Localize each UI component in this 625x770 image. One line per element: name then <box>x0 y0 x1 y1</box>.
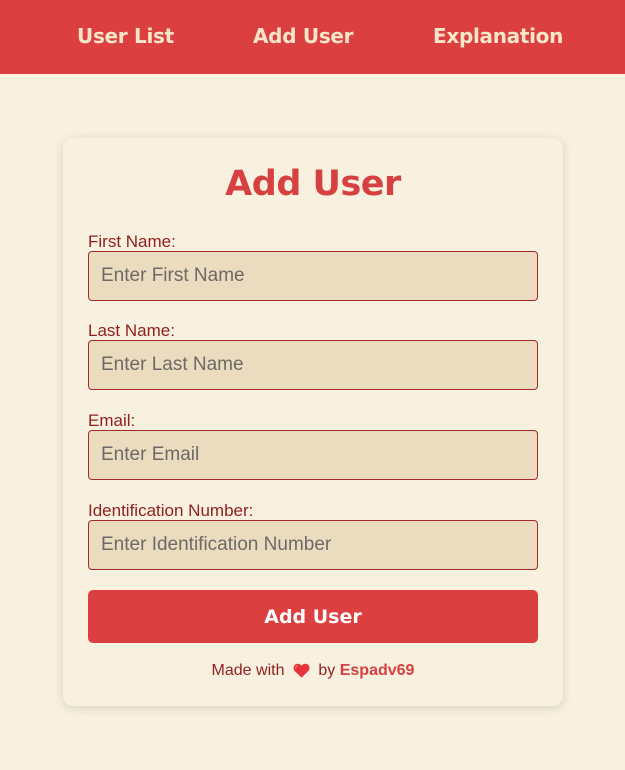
footer-credit: Made with by Espadv69 <box>63 662 563 683</box>
form-title: Add User <box>225 164 401 204</box>
author-link[interactable]: Espadv69 <box>340 662 415 679</box>
id-number-label: Identification Number: <box>88 501 254 520</box>
add-user-card: Add User First Name: Last Name: Email: I… <box>63 138 563 706</box>
id-number-input[interactable] <box>88 520 538 570</box>
nav-explanation-link[interactable]: Explanation <box>433 24 563 48</box>
nav-add-user-link[interactable]: Add User <box>253 24 354 48</box>
nav-user-list-link[interactable]: User List <box>77 24 174 48</box>
id-number-field: Identification Number: <box>88 501 538 570</box>
by-text: by <box>318 662 336 679</box>
first-name-input[interactable] <box>88 251 538 301</box>
last-name-field: Last Name: <box>88 321 538 390</box>
heart-icon <box>293 663 310 683</box>
email-label: Email: <box>88 411 136 430</box>
email-input[interactable] <box>88 430 538 480</box>
top-navbar: User List Add User Explanation <box>0 0 625 74</box>
last-name-label: Last Name: <box>88 321 175 340</box>
made-with-text: Made with <box>211 662 285 679</box>
add-user-button[interactable]: Add User <box>88 590 538 643</box>
email-field: Email: <box>88 411 538 480</box>
last-name-input[interactable] <box>88 340 538 390</box>
first-name-label: First Name: <box>88 232 176 251</box>
first-name-field: First Name: <box>88 232 538 301</box>
